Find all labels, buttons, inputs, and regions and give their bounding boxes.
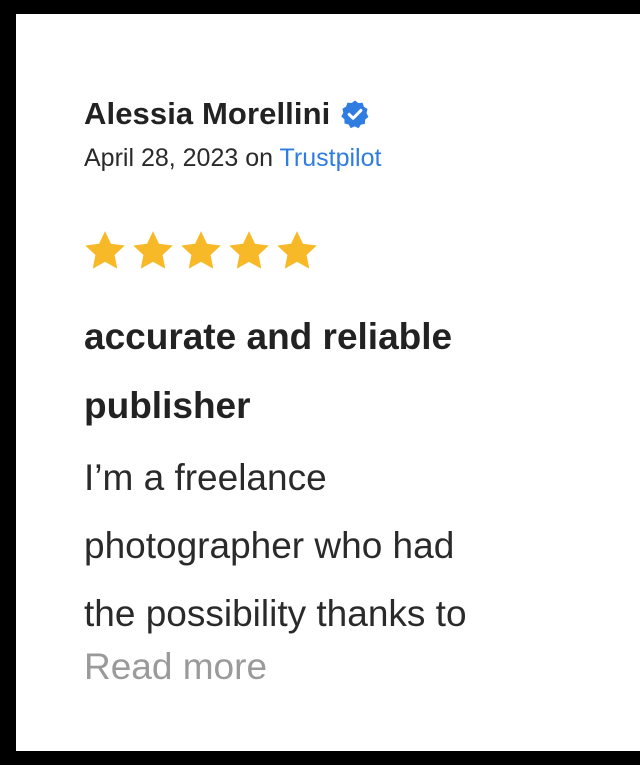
- review-title: accurate and reliable publisher: [84, 302, 584, 440]
- star-icon: [229, 231, 269, 269]
- review-title-line: accurate and reliable: [84, 316, 453, 357]
- reviewer-row: Alessia Morellini: [84, 96, 370, 132]
- review-body: I’m a freelance photographer who had the…: [84, 444, 594, 648]
- review-title-line: publisher: [84, 385, 251, 426]
- review-source-link[interactable]: Trustpilot: [280, 144, 382, 172]
- read-more-link[interactable]: Read more: [84, 646, 267, 688]
- star-icon: [85, 231, 125, 269]
- review-body-line: photographer who had: [84, 525, 455, 566]
- star-icon: [277, 231, 317, 269]
- review-body-line: the possibility thanks to: [84, 593, 467, 634]
- review-card: Alessia Morellini April 28, 2023 on Trus…: [16, 14, 640, 751]
- reviewer-name: Alessia Morellini: [84, 96, 331, 131]
- star-icon: [133, 231, 173, 269]
- star-rating: [82, 228, 320, 274]
- review-date: April 28, 2023: [84, 144, 239, 172]
- star-icon: [181, 231, 221, 269]
- verified-check-icon: [340, 99, 370, 129]
- review-body-line: I’m a freelance: [84, 457, 327, 498]
- review-meta: April 28, 2023 on Trustpilot: [84, 144, 381, 173]
- on-label: on: [245, 144, 274, 172]
